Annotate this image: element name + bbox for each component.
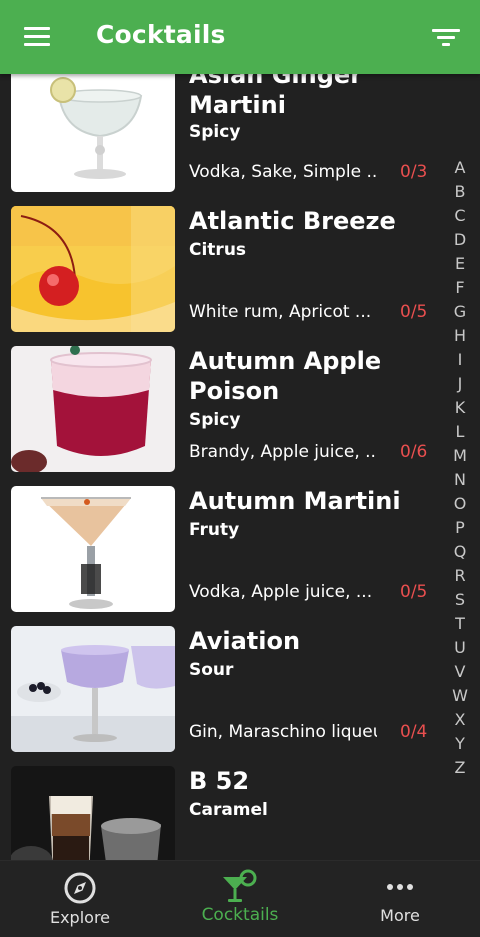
alphabet-letter-s[interactable]: S: [446, 588, 474, 612]
alphabet-letter-b[interactable]: B: [446, 180, 474, 204]
cocktail-taste: Caramel: [189, 800, 268, 820]
page-title: Cocktails: [96, 20, 226, 49]
menu-icon[interactable]: [24, 25, 50, 49]
cocktail-name: B 52: [189, 767, 250, 795]
alphabet-letter-w[interactable]: W: [446, 684, 474, 708]
cocktail-taste: Spicy: [189, 410, 241, 430]
cocktail-taste: Sour: [189, 660, 234, 680]
nav-cocktails-label: Cocktails: [201, 905, 279, 925]
alphabet-letter-z[interactable]: Z: [446, 756, 474, 780]
cocktail-name: Autumn Apple Poison: [189, 347, 382, 405]
cocktail-image: [11, 486, 175, 612]
cocktail-ingredients: Gin, Maraschino liqueu...: [189, 722, 377, 742]
app-bar: Cocktails: [0, 0, 480, 74]
alphabet-letter-m[interactable]: M: [446, 444, 474, 468]
alphabet-letter-u[interactable]: U: [446, 636, 474, 660]
cocktail-image: [11, 626, 175, 752]
cocktail-image: [11, 766, 175, 860]
list-item[interactable]: Autumn Apple Poison Spicy Brandy, Apple …: [0, 346, 440, 486]
cocktail-ingredients: Vodka, Apple juice, ...: [189, 582, 373, 602]
cocktail-taste: Spicy: [189, 122, 241, 142]
cocktail-taste: Fruty: [189, 520, 240, 540]
alphabet-letter-j[interactable]: J: [446, 372, 474, 396]
ingredient-count: 0/3: [400, 162, 428, 182]
alphabet-index[interactable]: ABCDEFGHIJKLMNOPQRSTUVWXYZ: [446, 156, 474, 780]
ingredient-count: 0/5: [400, 302, 428, 322]
cocktail-image: [11, 74, 175, 192]
alphabet-letter-t[interactable]: T: [446, 612, 474, 636]
alphabet-letter-q[interactable]: Q: [446, 540, 474, 564]
alphabet-letter-i[interactable]: I: [446, 348, 474, 372]
cocktail-image: [11, 206, 175, 332]
alphabet-letter-r[interactable]: R: [446, 564, 474, 588]
cocktail-name: Asian Ginger Martini: [189, 74, 363, 119]
nav-explore[interactable]: Explore: [0, 861, 160, 937]
alphabet-letter-d[interactable]: D: [446, 228, 474, 252]
bottom-navigation: Explore Cocktails More: [0, 860, 480, 937]
alphabet-letter-p[interactable]: P: [446, 516, 474, 540]
cocktail-taste: Citrus: [189, 240, 247, 260]
alphabet-letter-e[interactable]: E: [446, 252, 474, 276]
cocktail-name: Autumn Martini: [189, 487, 401, 515]
alphabet-letter-g[interactable]: G: [446, 300, 474, 324]
cocktail-list[interactable]: Asian Ginger Martini Spicy Vodka, Sake, …: [0, 74, 440, 860]
cocktail-glass-icon: [160, 869, 320, 903]
alphabet-letter-c[interactable]: C: [446, 204, 474, 228]
list-item[interactable]: Asian Ginger Martini Spicy Vodka, Sake, …: [0, 74, 440, 206]
ingredient-count: 0/5: [400, 582, 428, 602]
cocktail-name: Aviation: [189, 627, 301, 655]
alphabet-letter-f[interactable]: F: [446, 276, 474, 300]
cocktail-ingredients: Vodka, Sake, Simple ...: [189, 162, 377, 182]
cocktail-name: Atlantic Breeze: [189, 207, 396, 235]
alphabet-letter-n[interactable]: N: [446, 468, 474, 492]
alphabet-letter-y[interactable]: Y: [446, 732, 474, 756]
list-item[interactable]: Aviation Sour Gin, Maraschino liqueu... …: [0, 626, 440, 766]
nav-more[interactable]: More: [320, 861, 480, 937]
list-item[interactable]: Autumn Martini Fruty Vodka, Apple juice,…: [0, 486, 440, 626]
nav-more-label: More: [380, 906, 420, 925]
ingredient-count: 0/4: [400, 722, 428, 742]
alphabet-letter-o[interactable]: O: [446, 492, 474, 516]
alphabet-letter-a[interactable]: A: [446, 156, 474, 180]
alphabet-letter-l[interactable]: L: [446, 420, 474, 444]
cocktail-ingredients: White rum, Apricot ...: [189, 302, 372, 322]
alphabet-letter-k[interactable]: K: [446, 396, 474, 420]
list-item[interactable]: Atlantic Breeze Citrus White rum, Aprico…: [0, 206, 440, 346]
alphabet-letter-v[interactable]: V: [446, 660, 474, 684]
compass-icon: [0, 871, 160, 905]
list-item[interactable]: B 52 Caramel: [0, 766, 440, 860]
cocktail-image: [11, 346, 175, 472]
cocktail-ingredients: Brandy, Apple juice, ...: [189, 442, 377, 462]
alphabet-letter-x[interactable]: X: [446, 708, 474, 732]
alphabet-letter-h[interactable]: H: [446, 324, 474, 348]
nav-cocktails[interactable]: Cocktails: [160, 861, 320, 937]
ingredient-count: 0/6: [400, 442, 428, 462]
nav-explore-label: Explore: [49, 908, 111, 927]
filter-icon[interactable]: [432, 26, 460, 50]
